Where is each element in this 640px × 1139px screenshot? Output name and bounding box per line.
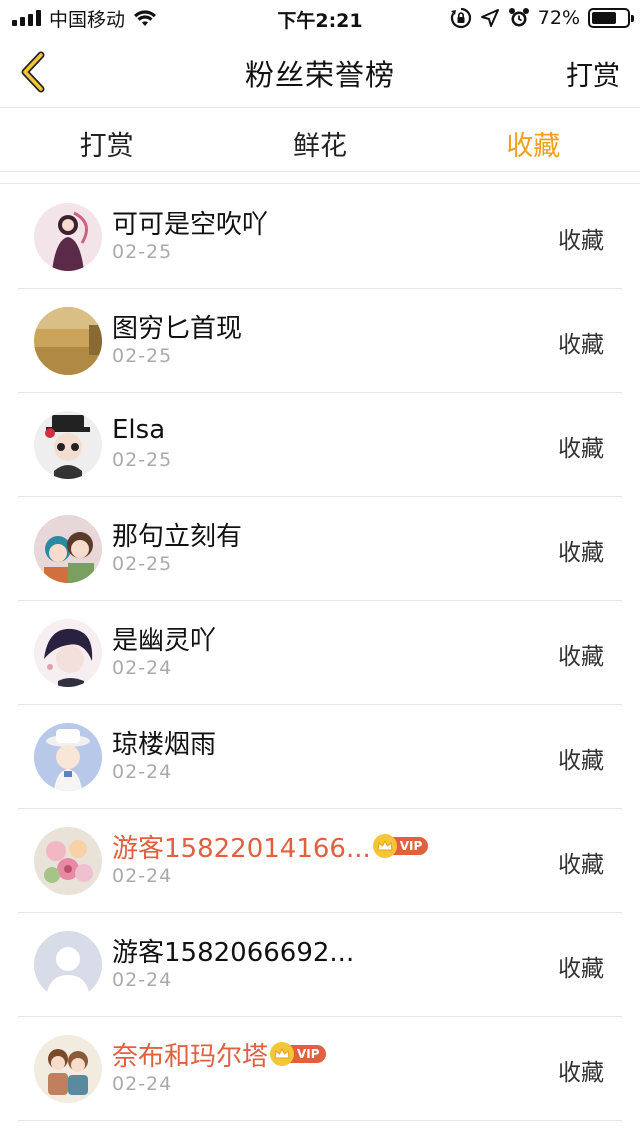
user-name: 那句立刻有 (112, 521, 243, 552)
list-item[interactable]: 可可是空吹吖 02-25 收藏 (18, 185, 622, 289)
list-item[interactable]: 那句立刻有 02-25 收藏 (18, 497, 622, 601)
action-label: 收藏 (558, 852, 604, 878)
list-item[interactable]: 奈布和玛尔塔 VIP 02-24 收藏 (18, 1017, 622, 1121)
date-label: 02-25 (112, 449, 173, 471)
vip-badge: VIP (270, 1042, 326, 1066)
vip-badge: VIP (372, 834, 429, 858)
status-right: 72% (450, 6, 634, 30)
avatar[interactable] (34, 203, 102, 271)
date-label: 02-25 (112, 553, 173, 575)
avatar[interactable] (34, 411, 102, 479)
avatar[interactable] (34, 619, 102, 687)
name-line: 奈布和玛尔塔 VIP (112, 1037, 326, 1072)
date-label: 02-24 (112, 761, 173, 783)
tab-divider (0, 172, 640, 184)
avatar[interactable] (34, 931, 102, 999)
user-name: 图穷匕首现 (112, 313, 243, 344)
location-icon (480, 9, 499, 27)
name-line: 游客1582066692... (112, 933, 355, 968)
avatar[interactable] (34, 723, 102, 791)
list-item[interactable]: 琼楼烟雨 02-24 收藏 (18, 705, 622, 809)
list-item[interactable]: 游客15822014166... VIP 02-24 收藏 (18, 809, 622, 913)
reward-button[interactable]: 打赏 (566, 54, 620, 93)
user-name: Elsa (112, 415, 166, 445)
list-item[interactable]: 图穷匕首现 02-25 收藏 (18, 289, 622, 393)
action-label: 收藏 (558, 332, 604, 358)
action-label: 收藏 (558, 956, 604, 982)
list-item[interactable]: 是幽灵吖 02-24 收藏 (18, 601, 622, 705)
user-name: 可可是空吹吖 (112, 209, 269, 240)
list-item[interactable]: 游客1582066692... 02-24 收藏 (18, 913, 622, 1017)
date-label: 02-24 (112, 1073, 173, 1095)
date-label: 02-24 (112, 865, 173, 887)
alarm-icon (508, 8, 529, 27)
user-name: 游客15822014166... (112, 833, 371, 864)
action-label: 收藏 (558, 644, 604, 670)
date-label: 02-24 (112, 657, 173, 679)
name-line: Elsa (112, 413, 165, 447)
date-label: 02-25 (112, 345, 173, 367)
list-item[interactable]: Elsa 02-25 收藏 (18, 393, 622, 497)
avatar[interactable] (34, 515, 102, 583)
nav-bar: 粉丝荣誉榜 打赏 (0, 36, 640, 108)
avatar[interactable] (34, 307, 102, 375)
page-title: 粉丝荣誉榜 (244, 58, 395, 92)
status-bar: 中国移动 下午2:21 72% (0, 0, 640, 36)
date-label: 02-24 (112, 969, 173, 991)
crown-icon (270, 1042, 295, 1066)
action-label: 收藏 (558, 228, 604, 254)
user-name: 游客1582066692... (112, 937, 355, 968)
name-line: 那句立刻有 (112, 517, 243, 552)
user-name: 是幽灵吖 (112, 625, 217, 656)
tab-bar: 打赏 鲜花 收藏 (0, 108, 640, 172)
name-line: 琼楼烟雨 (112, 725, 217, 760)
avatar[interactable] (34, 827, 102, 895)
battery-icon (588, 8, 634, 28)
action-label: 收藏 (558, 1060, 604, 1086)
tab-reward[interactable]: 打赏 (0, 108, 213, 171)
name-line: 游客15822014166... VIP (112, 829, 429, 864)
rotation-lock-icon (450, 7, 471, 29)
name-line: 图穷匕首现 (112, 309, 243, 344)
battery-percent: 72% (537, 7, 580, 29)
tab-flowers[interactable]: 鲜花 (213, 108, 426, 171)
fan-list: 可可是空吹吖 02-25 收藏 图穷匕首现 02-25 收藏 Elsa 02-25 收藏 那句立刻… (18, 185, 622, 1121)
name-line: 是幽灵吖 (112, 621, 217, 656)
crown-icon (372, 834, 397, 858)
user-name: 奈布和玛尔塔 (112, 1041, 269, 1072)
name-line: 可可是空吹吖 (112, 205, 269, 240)
action-label: 收藏 (558, 540, 604, 566)
action-label: 收藏 (558, 748, 604, 774)
action-label: 收藏 (558, 436, 604, 462)
tab-favorites[interactable]: 收藏 (427, 108, 640, 171)
avatar[interactable] (34, 1035, 102, 1103)
user-name: 琼楼烟雨 (112, 729, 217, 760)
date-label: 02-25 (112, 241, 173, 263)
